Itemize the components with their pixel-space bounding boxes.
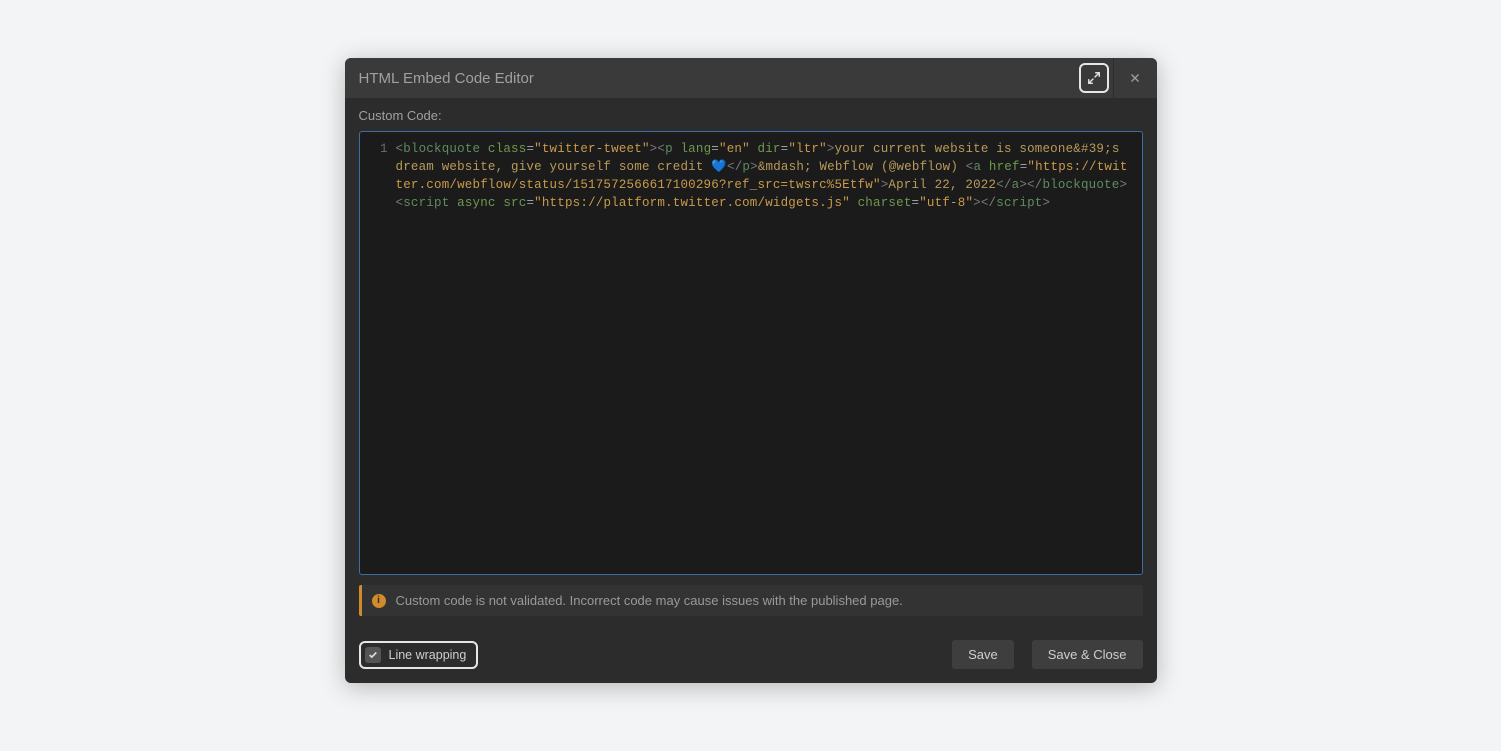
- validation-warning: i Custom code is not validated. Incorrec…: [359, 585, 1143, 616]
- custom-code-label: Custom Code:: [359, 108, 1143, 123]
- save-button[interactable]: Save: [952, 640, 1014, 669]
- line-wrapping-checkbox[interactable]: Line wrapping: [359, 641, 479, 669]
- check-icon: [368, 650, 378, 660]
- checkbox-box: [365, 647, 381, 663]
- modal-footer: Line wrapping Save Save & Close: [345, 630, 1157, 683]
- checkbox-label: Line wrapping: [389, 648, 467, 662]
- close-button[interactable]: [1113, 58, 1157, 98]
- modal-title: HTML Embed Code Editor: [359, 70, 1079, 87]
- code-textarea[interactable]: <blockquote class="twitter-tweet"><p lan…: [394, 132, 1142, 574]
- modal-body: Custom Code: 1 <blockquote class="twitte…: [345, 98, 1157, 630]
- close-icon: [1128, 71, 1142, 85]
- code-editor[interactable]: 1 <blockquote class="twitter-tweet"><p l…: [359, 131, 1143, 575]
- line-gutter: 1: [360, 132, 394, 574]
- warning-text: Custom code is not validated. Incorrect …: [396, 593, 903, 608]
- line-number: 1: [360, 140, 388, 158]
- html-embed-modal: HTML Embed Code Editor Custom Code: 1 <b…: [345, 58, 1157, 683]
- expand-button[interactable]: [1079, 63, 1109, 93]
- expand-icon: [1087, 71, 1101, 85]
- warning-icon: i: [372, 594, 386, 608]
- save-close-button[interactable]: Save & Close: [1032, 640, 1143, 669]
- modal-header: HTML Embed Code Editor: [345, 58, 1157, 98]
